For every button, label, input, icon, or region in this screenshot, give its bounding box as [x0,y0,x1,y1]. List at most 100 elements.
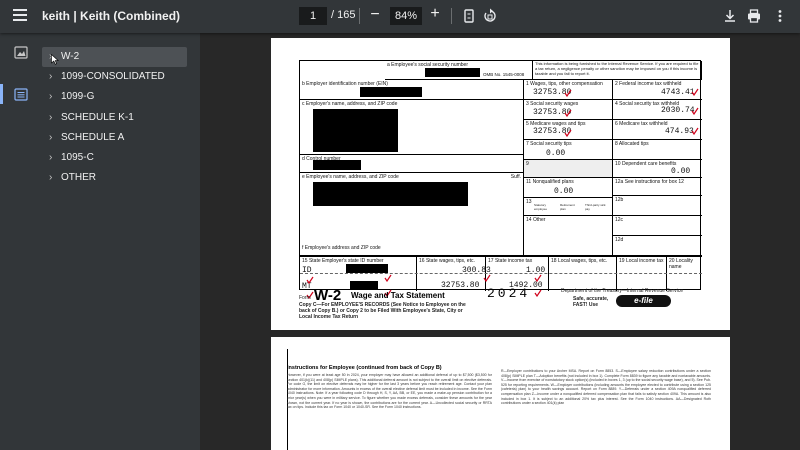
box-2-value: 4743.41 [661,88,695,97]
page-total: / 165 [331,9,356,21]
box-20-label: 20 Locality name [669,258,693,270]
outline-item-label: SCHEDULE A [61,131,125,143]
copy-c-text: Copy C—For EMPLOYEE'S RECORDS (See Notic… [299,302,466,320]
redaction [346,264,388,273]
box-12d-label: 12d [615,237,624,243]
document-viewer[interactable]: a Employee's social security number OMB … [200,33,800,450]
omb-number: OMB No. 1545-0008 [483,72,525,77]
menu-icon[interactable] [13,9,27,23]
box-e-label: e Employee's name, address, and ZIP code [302,174,399,180]
chevron-right-icon[interactable]: › [49,67,52,87]
active-view-indicator [0,84,3,104]
chevron-right-icon[interactable]: › [49,87,52,107]
box-12a-label: 12a See instructions for box 12 [615,179,684,185]
outline-item-label: 1099-CONSOLIDATED [61,71,165,83]
box-12b: 12b [613,196,702,216]
box-6-value: 474.93 [665,127,694,136]
outline-item-w2[interactable]: › W-2 [42,47,187,67]
box-12c-label: 12c [615,217,624,223]
instructions-right-column: R—Employer contributions to your Archer … [501,369,711,406]
checkmark-icon [691,83,699,97]
box-14-label: 14 Other [526,217,546,223]
chevron-right-icon[interactable]: › [49,128,52,148]
box-f: f Employee's address and ZIP code [300,244,524,256]
box-c-label: c Employer's name, address, and ZIP code [302,101,398,107]
document-title: keith | Keith (Combined) [42,9,181,23]
box-10-label: 10 Dependent care benefits [615,161,677,167]
checkmark-icon [564,124,572,138]
document-outline: › W-2 › 1099-CONSOLIDATED › 1099-G › SCHEDUL… [42,47,187,188]
toolbar-divider [451,8,452,24]
chevron-right-icon[interactable]: › [49,148,52,168]
checkmark-icon [534,269,542,283]
outline-item-other[interactable]: › OTHER [42,168,187,188]
outline-item-1099-consolidated[interactable]: › 1099-CONSOLIDATED [42,67,187,87]
redaction [425,68,480,77]
fit-page-icon[interactable] [461,8,477,24]
box-11-label: 11 Nonqualified plans [526,179,574,185]
redaction [350,281,378,289]
instructions-heading: Instructions for Employee (continued fro… [287,365,442,371]
pdf-toolbar: keith | Keith (Combined) 1 / 165 − 84% + [0,0,800,33]
outline-item-label: W-2 [61,51,80,62]
box-4-value: 2030.74 [661,106,695,115]
redaction [313,182,468,206]
box-12b-label: 12b [615,197,624,203]
box-9: 9 [524,160,613,178]
box-11-value: 0.00 [554,187,574,196]
checkmark-icon [691,102,699,116]
redaction [313,109,398,152]
box-12a: 12a See instructions for box 12 [613,178,702,196]
zoom-out-icon[interactable]: − [368,6,382,24]
download-icon[interactable] [722,8,738,24]
sidebar-rail [0,33,40,450]
state-row-divider [300,273,702,274]
sidebar: › W-2 › 1099-CONSOLIDATED › 1099-G › SCHEDUL… [0,33,200,450]
irs-notice: This information is being furnished to t… [533,61,702,80]
box-16-label: 16 State wages, tips, etc. [419,258,475,264]
outline-view-icon[interactable] [14,88,28,101]
box-7-value: 0.00 [546,149,566,158]
outline-item-label: OTHER [61,172,96,184]
pdf-page-1: a Employee's social security number OMB … [271,38,730,330]
zoom-in-icon[interactable]: + [428,5,442,23]
toolbar-divider [359,8,360,24]
box-12c: 12c [613,216,702,236]
form-title: Wage and Tax Statement [351,291,445,300]
outline-item-1099-g[interactable]: › 1099-G [42,87,187,107]
box-6-label: 6 Medicare tax withheld [615,121,668,127]
print-icon[interactable] [746,8,762,24]
state-2-wages: 32753.80 [441,281,480,290]
suffix-label: Suff. [510,174,521,180]
efile-logo: e-file [616,295,671,307]
outline-item-1095-c[interactable]: › 1095-C [42,148,187,168]
zoom-level-input[interactable]: 84% [390,7,422,25]
checkmark-icon [306,286,314,300]
page-number-input[interactable]: 1 [299,7,327,25]
thumbnail-view-icon[interactable] [14,46,28,59]
more-vert-icon[interactable] [772,8,788,24]
checkmark-icon [384,269,392,283]
box-10-value: 0.00 [671,167,691,176]
w2-form: a Employee's social security number OMB … [299,60,702,291]
chevron-right-icon[interactable]: › [49,168,52,188]
box-13: 13 Statutory employee Retirement plan Th… [524,198,613,216]
outline-item-schedule-k1[interactable]: › SCHEDULE K-1 [42,108,187,128]
pdf-page-2: Instructions for Employee (continued fro… [271,337,730,450]
box-12d: 12d [613,236,702,256]
box-14: 14 Other [524,216,613,256]
chevron-right-icon[interactable]: › [49,108,52,128]
statutory-employee-label: Statutory employee [534,203,548,211]
outline-item-schedule-a[interactable]: › SCHEDULE A [42,128,187,148]
checkmark-icon [564,84,572,98]
retirement-plan-label: Retirement plan [560,203,575,211]
mouse-cursor-icon [51,52,59,65]
rotate-icon[interactable] [482,8,498,24]
third-party-sick-pay-label: Third-party sick pay [585,203,606,211]
box-8-label: 8 Allocated tips [615,141,649,147]
checkmark-icon [306,271,314,285]
box-2-label: 2 Federal income tax withheld [615,81,682,87]
checkmark-icon [483,269,491,283]
box-8: 8 Allocated tips [613,140,702,160]
redaction [313,160,361,170]
